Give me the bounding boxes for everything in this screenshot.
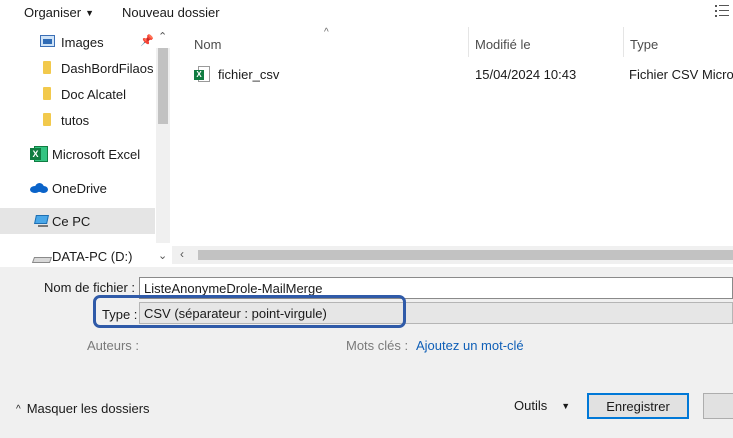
nav-item-doc-alcatel[interactable]: Doc Alcatel xyxy=(0,81,155,107)
chevron-down-icon[interactable]: ⌄ xyxy=(158,249,167,262)
organise-label: Organiser xyxy=(24,5,82,20)
file-row[interactable]: X fichier_csv 15/04/2024 10:43 Fichier C… xyxy=(182,63,733,85)
nav-item-dashbordfilaos[interactable]: DashBordFilaos xyxy=(0,55,155,81)
drive-icon xyxy=(31,255,53,263)
nav-item-label: Microsoft Excel xyxy=(52,147,141,162)
command-bar: Organiser ▼ Nouveau dossier xyxy=(0,0,733,26)
nav-item-label: DATA-PC (D:) xyxy=(52,249,133,264)
nav-item-onedrive[interactable]: OneDrive xyxy=(0,175,155,201)
caret-down-icon: ▼ xyxy=(561,401,571,411)
nav-item-label: tutos xyxy=(61,113,90,128)
chevron-up-icon[interactable]: ⌃ xyxy=(158,30,167,43)
caret-down-icon: ▼ xyxy=(85,8,94,18)
excel-csv-file-icon: X xyxy=(194,66,210,82)
nav-item-ce-pc[interactable]: Ce PC xyxy=(0,208,155,234)
chevron-up-icon: ^ xyxy=(16,404,21,415)
keywords-label: Mots clés : xyxy=(346,338,409,353)
scroll-left-icon[interactable]: ‹ xyxy=(180,247,184,261)
hide-folders-label: Masquer les dossiers xyxy=(26,401,150,416)
nav-item-microsoft-excel[interactable]: X Microsoft Excel xyxy=(0,141,155,167)
file-name: fichier_csv xyxy=(218,67,280,82)
organise-menu-button[interactable]: Organiser ▼ xyxy=(24,5,94,20)
list-horizontal-scrollbar[interactable]: ‹ xyxy=(172,246,733,264)
folder-icon xyxy=(43,113,51,126)
tools-label: Outils xyxy=(514,398,548,413)
nav-item-label: DashBordFilaos xyxy=(61,61,154,76)
file-type: Fichier CSV Micro xyxy=(629,67,733,82)
nav-item-label: Doc Alcatel xyxy=(61,87,127,102)
nav-item-tutos[interactable]: tutos xyxy=(0,107,155,133)
hide-folders-button[interactable]: ^ Masquer les dossiers xyxy=(16,401,150,416)
save-form-panel: Nom de fichier : Type : CSV (séparateur … xyxy=(0,267,733,438)
scrollbar-thumb[interactable] xyxy=(158,48,168,124)
images-icon xyxy=(40,35,55,47)
column-header-type[interactable]: Type xyxy=(624,27,733,57)
nav-item-label: Ce PC xyxy=(52,214,91,229)
nav-vertical-scrollbar[interactable] xyxy=(156,48,170,243)
view-options-icon[interactable] xyxy=(715,4,729,18)
column-header-modified[interactable]: Modifié le xyxy=(469,27,623,57)
nav-item-label: OneDrive xyxy=(52,181,107,196)
nav-item-label: Images xyxy=(61,35,104,50)
column-header-name[interactable]: Nom xyxy=(188,27,468,57)
file-modified: 15/04/2024 10:43 xyxy=(475,67,577,82)
annotation-highlight-box xyxy=(93,295,406,328)
nav-item-images[interactable]: Images 📌 xyxy=(0,29,155,55)
folder-icon xyxy=(43,87,51,100)
navigation-pane: ⌃ Images 📌 DashBordFilaos Doc Alcatel tu… xyxy=(0,27,172,267)
tools-menu-button[interactable]: Outils ▼ xyxy=(514,398,570,413)
pc-icon xyxy=(34,215,50,227)
save-button[interactable]: Enregistrer xyxy=(587,393,689,419)
excel-icon: X xyxy=(30,146,48,162)
nav-item-data-pc-d[interactable]: DATA-PC (D:) xyxy=(0,243,155,267)
new-folder-button[interactable]: Nouveau dossier xyxy=(122,5,220,20)
pin-icon[interactable]: 📌 xyxy=(140,34,154,47)
filename-label: Nom de fichier : xyxy=(44,280,136,295)
add-keyword-link[interactable]: Ajoutez un mot-clé xyxy=(416,338,524,353)
scrollbar-thumb[interactable] xyxy=(198,250,733,260)
file-list: ^ Nom Modifié le Type X fichier_csv 15/0… xyxy=(172,27,733,267)
folder-icon xyxy=(43,61,51,74)
authors-label: Auteurs : xyxy=(87,338,140,353)
cancel-button[interactable] xyxy=(703,393,733,419)
onedrive-icon xyxy=(30,183,48,193)
